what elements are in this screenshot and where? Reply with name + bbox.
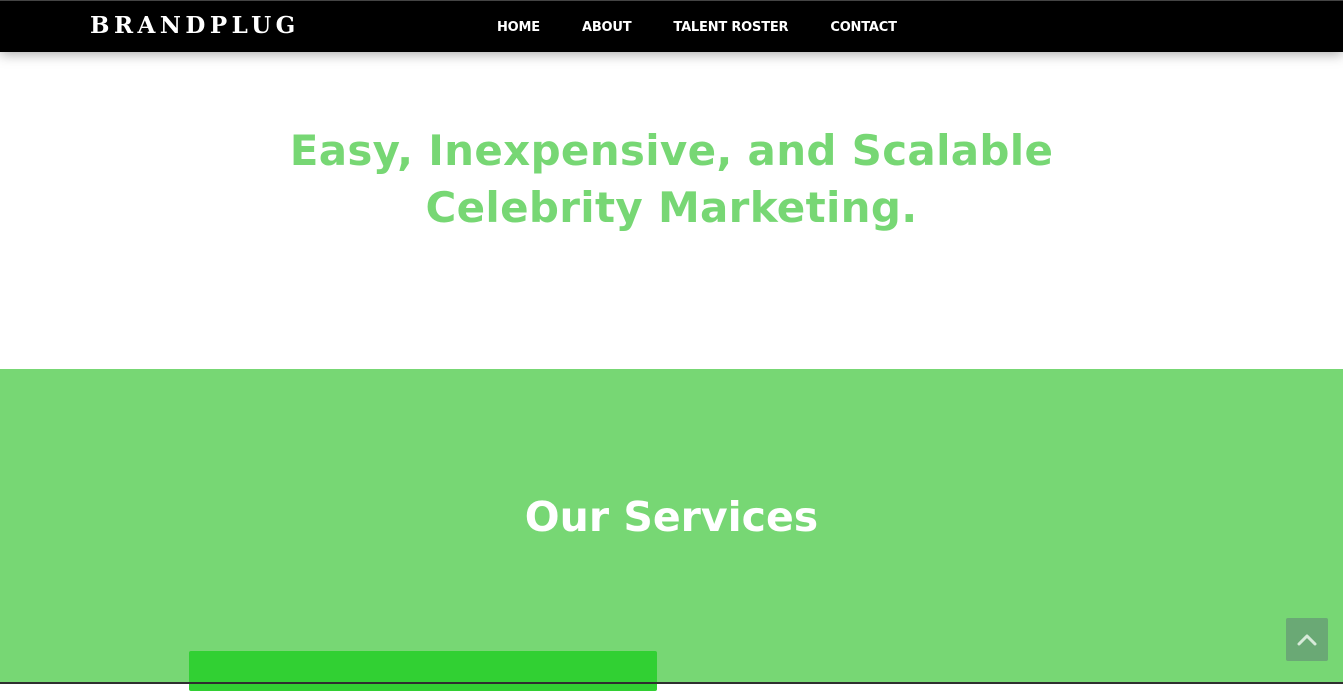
hero-title-line-2: Celebrity Marketing.: [425, 183, 918, 232]
service-card: [189, 651, 657, 691]
hero-title-line-1: Easy, Inexpensive, and Scalable: [289, 126, 1054, 175]
services-section: Our Services: [0, 369, 1343, 691]
back-to-top-button[interactable]: [1286, 618, 1328, 661]
brand-logo[interactable]: BRANDPLUG: [90, 11, 300, 41]
hero-title: Easy, Inexpensive, and Scalable Celebrit…: [0, 122, 1343, 236]
services-title: Our Services: [524, 493, 819, 541]
nav-link-talent-roster[interactable]: TALENT ROSTER: [673, 20, 788, 35]
nav-link-contact[interactable]: CONTACT: [830, 20, 897, 35]
top-navbar: BRANDPLUG HOME ABOUT TALENT ROSTER CONTA…: [0, 0, 1343, 52]
chevron-up-icon: [1297, 633, 1317, 647]
hero-section: Easy, Inexpensive, and Scalable Celebrit…: [0, 52, 1343, 369]
main-nav: HOME ABOUT TALENT ROSTER CONTACT: [497, 1, 939, 53]
nav-link-about[interactable]: ABOUT: [582, 20, 632, 35]
nav-link-home[interactable]: HOME: [497, 20, 540, 35]
